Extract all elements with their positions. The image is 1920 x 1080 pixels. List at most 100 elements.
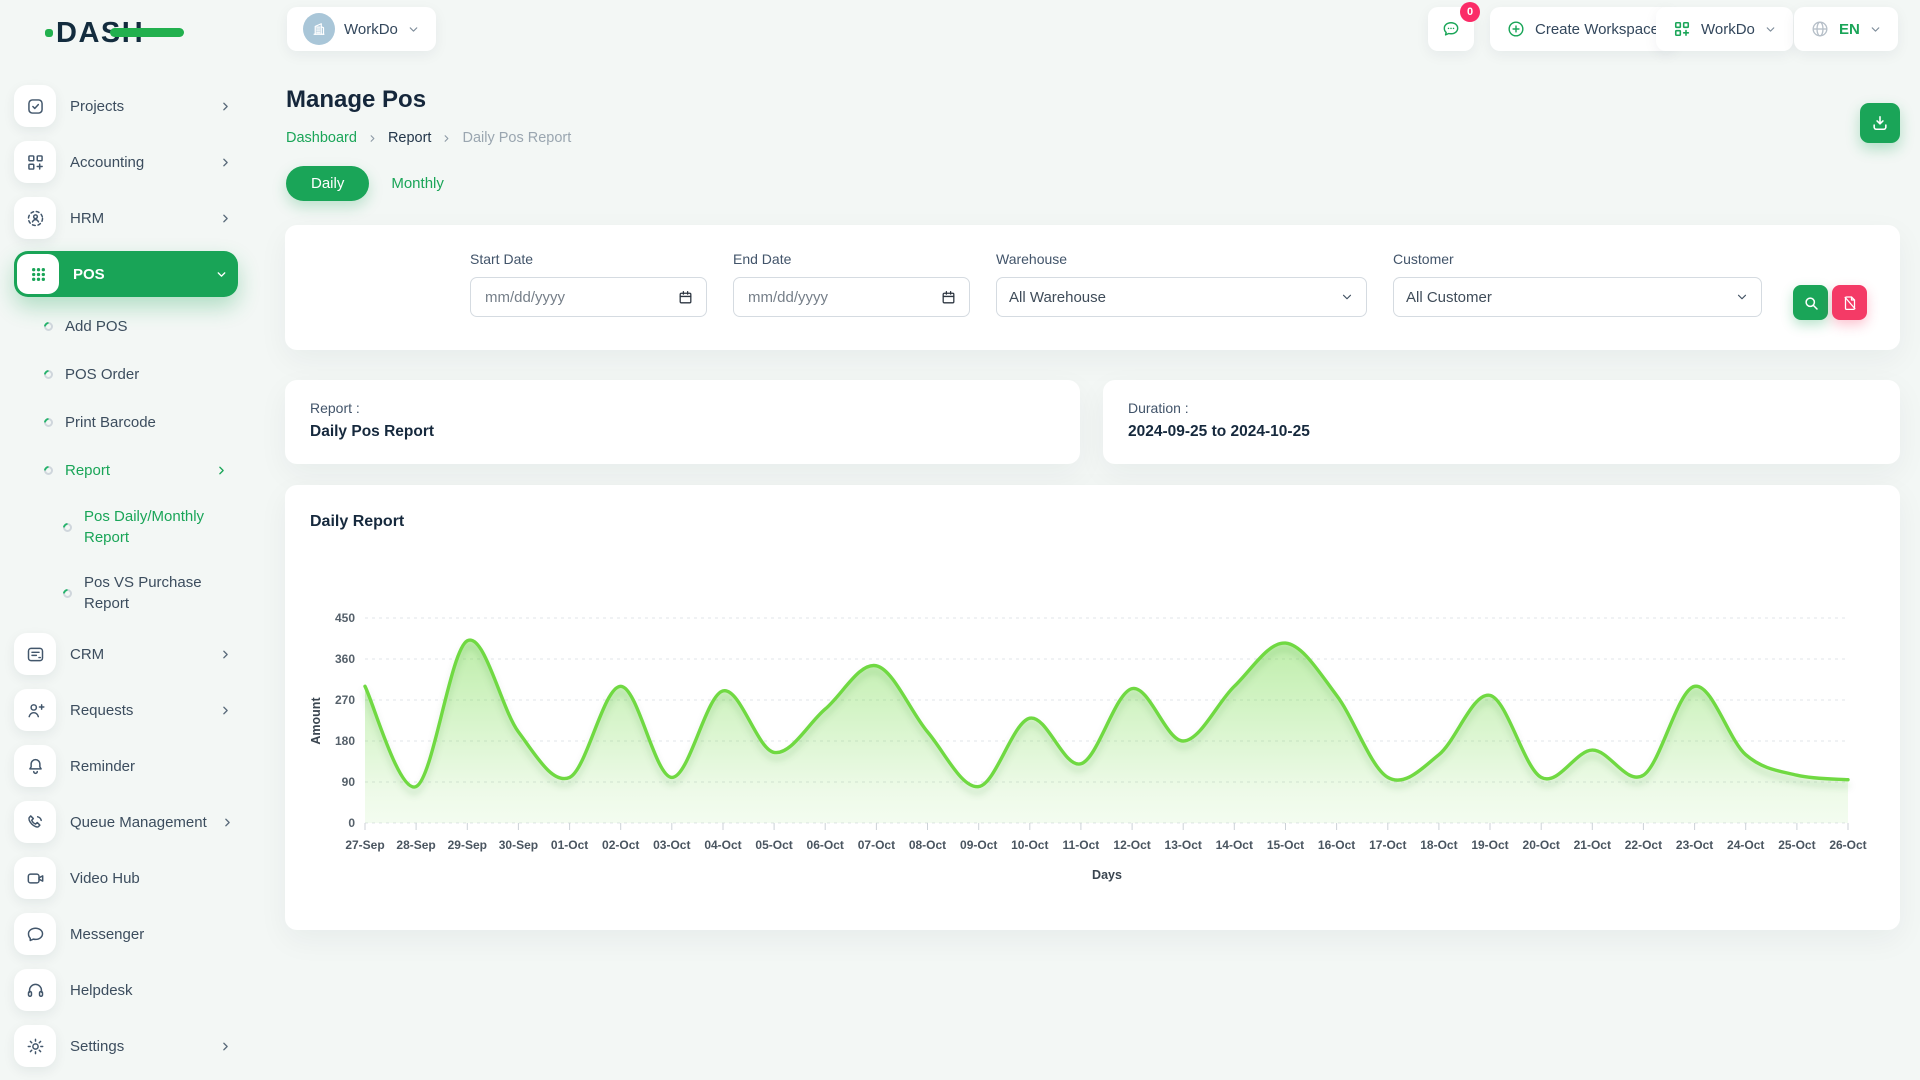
warehouse-group: Warehouse All Warehouse [996,251,1367,317]
workspace-name: WorkDo [344,21,398,38]
bullet-icon [42,368,55,381]
breadcrumb-report-link[interactable]: Report [388,130,432,146]
svg-text:24-Oct: 24-Oct [1727,838,1764,852]
warehouse-select[interactable]: All Warehouse [996,277,1367,317]
sidebar-item-print-barcode[interactable]: Print Barcode [14,398,238,446]
sidebar-item-video-hub[interactable]: Video Hub [14,850,238,906]
sidebar-item-projects[interactable]: Projects [14,78,238,134]
breadcrumb-current: Daily Pos Report [462,130,571,146]
search-button[interactable] [1793,285,1828,320]
clear-file-icon [1841,294,1859,312]
create-workspace-button[interactable]: Create Workspace [1490,7,1675,51]
reminder-icon [14,745,56,787]
sidebar-item-label: Add POS [65,316,128,337]
warehouse-label: Warehouse [996,251,1367,267]
sidebar-item-label: Print Barcode [65,412,156,433]
svg-text:12-Oct: 12-Oct [1113,838,1150,852]
language-selector[interactable]: EN [1794,7,1898,51]
customer-group: Customer All Customer [1393,251,1762,317]
sidebar-item-label: POS Order [65,364,139,385]
sidebar-item-crm[interactable]: CRM [14,626,238,682]
settings-icon [14,1025,56,1067]
sidebar-item-label: Queue Management [70,814,207,831]
duration-summary-card: Duration : 2024-09-25 to 2024-10-25 [1103,380,1900,464]
sidebar-item-label: POS [73,266,201,283]
bullet-icon [61,521,74,534]
sidebar-item-label: Helpdesk [70,982,238,999]
chevron-right-icon [219,212,238,225]
tab-monthly[interactable]: Monthly [383,166,452,201]
svg-text:360: 360 [335,652,355,666]
warehouse-selected-value: All Warehouse [1009,289,1106,306]
chevron-down-icon [1340,290,1354,304]
accounting-icon [14,141,56,183]
video-icon [14,857,56,899]
breadcrumb: Dashboard Report Daily Pos Report [286,130,571,146]
sidebar-item-add-pos[interactable]: Add POS [14,302,238,350]
svg-text:01-Oct: 01-Oct [551,838,588,852]
search-icon [1802,294,1820,312]
svg-text:Amount: Amount [309,697,323,745]
svg-text:03-Oct: 03-Oct [653,838,690,852]
report-label: Report : [310,400,1055,416]
messages-button[interactable]: 0 [1428,7,1474,51]
sidebar-item-queue-management[interactable]: Queue Management [14,794,238,850]
svg-text:19-Oct: 19-Oct [1471,838,1508,852]
download-report-button[interactable] [1860,103,1900,143]
start-date-input[interactable] [483,288,677,307]
sidebar-item-accounting[interactable]: Accounting [14,134,238,190]
sidebar-item-pos-vs-purchase-report[interactable]: Pos VS Purchase Report [14,560,238,626]
end-date-input[interactable] [746,288,940,307]
sidebar-item-label: Video Hub [70,870,238,887]
queue-icon [14,801,56,843]
tab-daily[interactable]: Daily [286,166,369,201]
calendar-icon[interactable] [940,289,957,306]
svg-text:21-Oct: 21-Oct [1574,838,1611,852]
svg-text:13-Oct: 13-Oct [1165,838,1202,852]
calendar-icon[interactable] [677,289,694,306]
reset-filter-button[interactable] [1832,285,1867,320]
sidebar-item-pos-order[interactable]: POS Order [14,350,238,398]
svg-text:18-Oct: 18-Oct [1420,838,1457,852]
sidebar-item-requests[interactable]: Requests [14,682,238,738]
sidebar-item-pos[interactable]: POS [14,251,238,297]
sidebar-item-helpdesk[interactable]: Helpdesk [14,962,238,1018]
start-date-field [470,277,707,317]
report-period-tabs: Daily Monthly [286,166,452,201]
report-value: Daily Pos Report [310,423,1055,441]
chevron-right-icon [367,133,378,144]
svg-text:16-Oct: 16-Oct [1318,838,1355,852]
app-logo[interactable]: DASH [56,16,144,50]
breadcrumb-dashboard-link[interactable]: Dashboard [286,130,357,146]
sidebar-item-reminder[interactable]: Reminder [14,738,238,794]
svg-text:22-Oct: 22-Oct [1625,838,1662,852]
svg-text:270: 270 [335,693,355,707]
svg-text:29-Sep: 29-Sep [448,838,487,852]
chevron-right-icon [219,648,238,661]
svg-text:15-Oct: 15-Oct [1267,838,1304,852]
sidebar-item-settings[interactable]: Settings [14,1018,238,1074]
sidebar-item-pos-daily-monthly-report[interactable]: Pos Daily/Monthly Report [14,494,238,560]
customer-select[interactable]: All Customer [1393,277,1762,317]
sidebar-item-hrm[interactable]: HRM [14,190,238,246]
svg-text:05-Oct: 05-Oct [755,838,792,852]
chevron-right-icon [441,133,452,144]
chevron-right-icon [219,704,238,717]
workspace-selector[interactable]: WorkDo [287,7,436,51]
sidebar-item-messenger[interactable]: Messenger [14,906,238,962]
daily-report-chart: 09018027036045027-Sep28-Sep29-Sep30-Sep0… [300,557,1885,897]
sidebar-item-label: Projects [70,98,205,115]
sidebar-item-label: Requests [70,702,205,719]
svg-text:14-Oct: 14-Oct [1216,838,1253,852]
duration-label: Duration : [1128,400,1875,416]
bullet-icon [42,320,55,333]
svg-text:Days: Days [1092,868,1122,882]
sidebar: Projects AccountingHRM POS Add POS POS Order… [14,78,238,1074]
daily-report-card: Daily Report 09018027036045027-Sep28-Sep… [285,485,1900,930]
sidebar-item-report[interactable]: Report [14,446,238,494]
workspace-menu-button[interactable]: WorkDo [1656,7,1793,51]
language-label: EN [1839,21,1860,38]
chevron-right-icon [219,1040,238,1053]
chevron-right-icon [219,100,238,113]
svg-text:450: 450 [335,611,355,625]
